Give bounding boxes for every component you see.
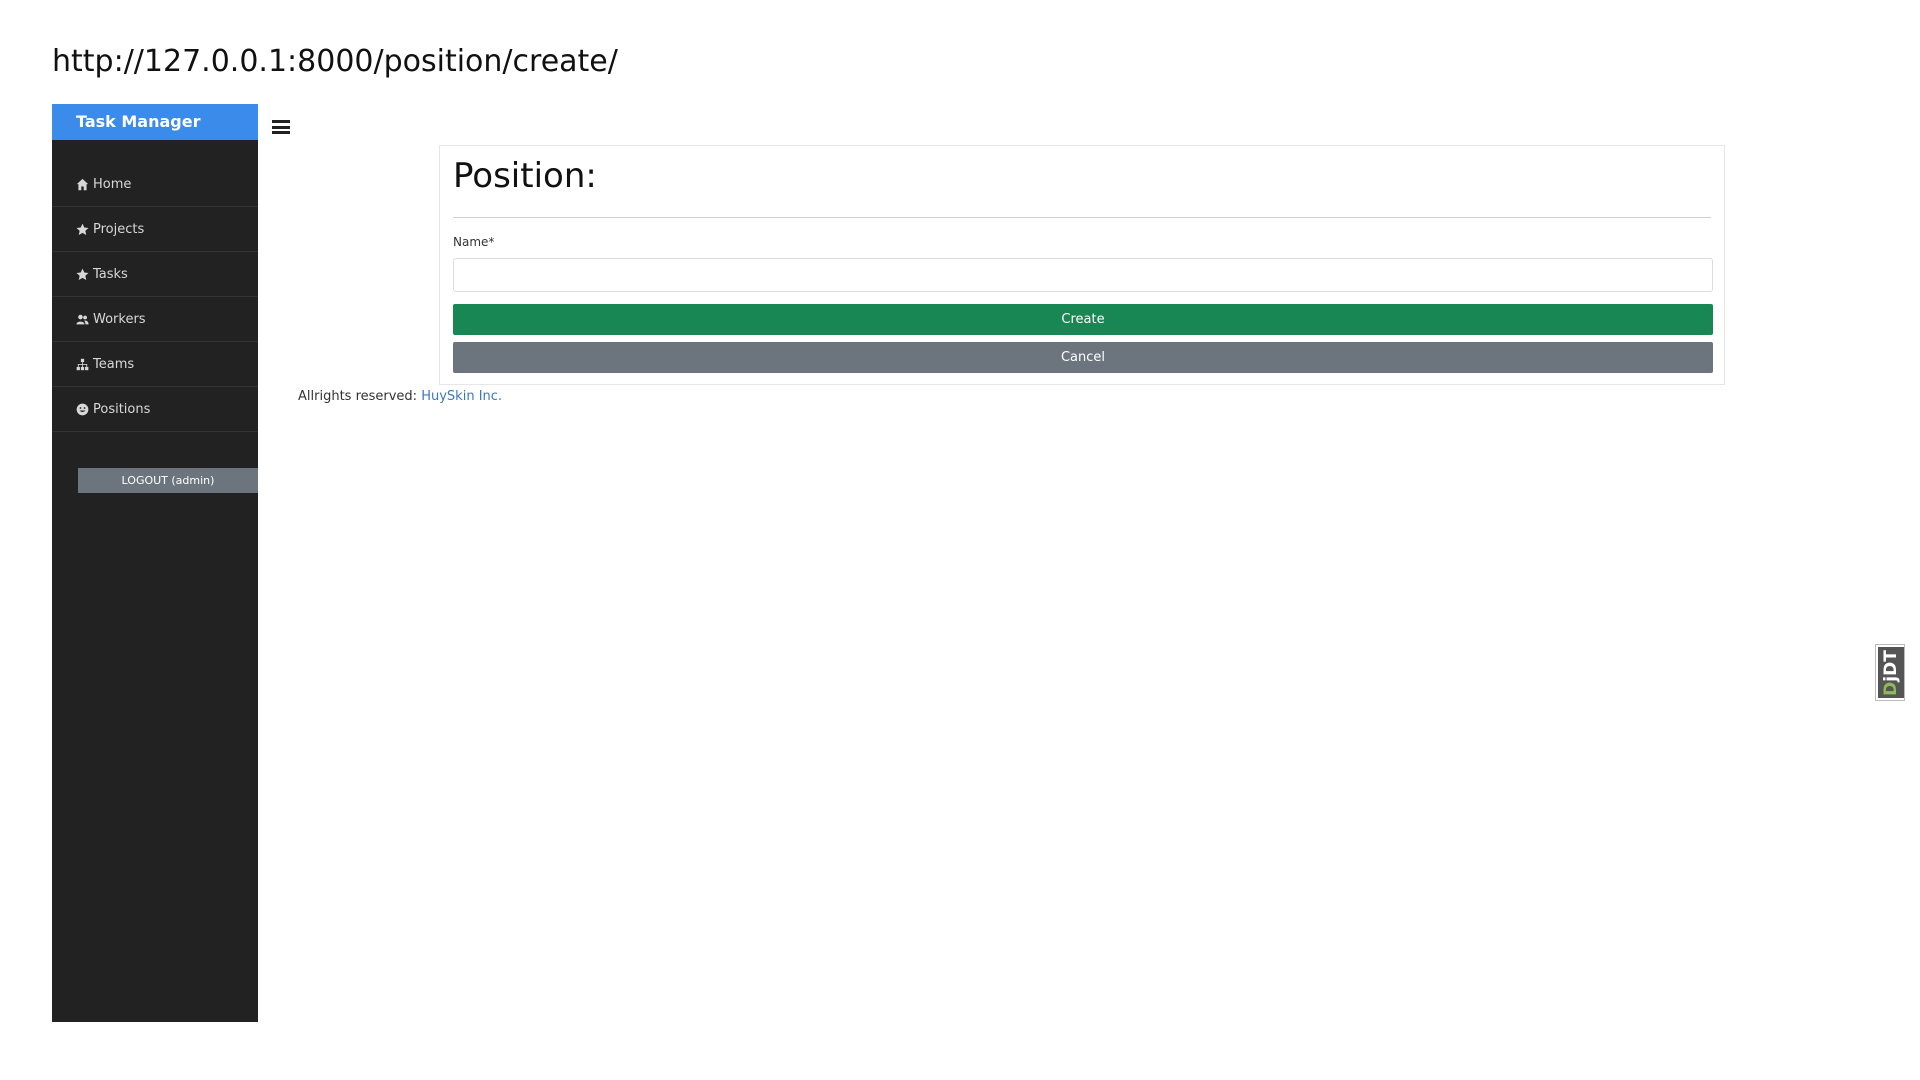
sidebar: Task Manager Home Projects Tasks Workers… bbox=[52, 104, 258, 1022]
sidebar-item-label: Teams bbox=[93, 356, 135, 372]
brand-title[interactable]: Task Manager bbox=[52, 104, 258, 140]
title-divider bbox=[453, 217, 1711, 218]
home-icon bbox=[76, 178, 89, 190]
sidebar-item-tasks[interactable]: Tasks bbox=[52, 252, 258, 297]
page-title: Position: bbox=[453, 156, 597, 196]
sidebar-item-label: Workers bbox=[93, 311, 146, 327]
debug-toolbar-label: jDT bbox=[1881, 649, 1901, 682]
star-icon bbox=[76, 268, 89, 280]
sitemap-icon bbox=[76, 358, 89, 370]
debug-toolbar-prefix: D bbox=[1881, 681, 1901, 696]
logout-button[interactable]: LOGOUT (admin) bbox=[78, 468, 258, 493]
create-button[interactable]: Create bbox=[453, 304, 1713, 335]
sidebar-item-label: Home bbox=[93, 176, 132, 192]
users-icon bbox=[76, 314, 89, 324]
cancel-button[interactable]: Cancel bbox=[453, 342, 1713, 373]
sidebar-item-label: Tasks bbox=[93, 266, 128, 282]
star-icon bbox=[76, 223, 89, 235]
url-caption: http://127.0.0.1:8000/position/create/ bbox=[52, 44, 618, 79]
footer: Allrights reserved: HuySkin Inc. bbox=[298, 389, 502, 404]
sidebar-nav: Home Projects Tasks Workers Teams Positi… bbox=[52, 162, 258, 432]
footer-link[interactable]: HuySkin Inc. bbox=[421, 389, 502, 404]
sidebar-item-home[interactable]: Home bbox=[52, 162, 258, 207]
name-label: Name* bbox=[453, 235, 495, 249]
debug-toolbar-logo: DjDT bbox=[1878, 647, 1904, 698]
sidebar-item-positions[interactable]: Positions bbox=[52, 387, 258, 432]
sidebar-item-label: Positions bbox=[93, 401, 151, 417]
footer-text: Allrights reserved: bbox=[298, 389, 418, 404]
sidebar-item-label: Projects bbox=[93, 221, 145, 237]
name-input[interactable] bbox=[453, 258, 1713, 292]
sidebar-item-workers[interactable]: Workers bbox=[52, 297, 258, 342]
smile-icon bbox=[76, 403, 89, 415]
sidebar-item-teams[interactable]: Teams bbox=[52, 342, 258, 387]
sidebar-item-projects[interactable]: Projects bbox=[52, 207, 258, 252]
debug-toolbar-handle[interactable]: DjDT bbox=[1875, 644, 1905, 701]
position-form-card: Position: Name* Create Cancel bbox=[439, 145, 1725, 385]
hamburger-icon[interactable] bbox=[272, 120, 290, 134]
